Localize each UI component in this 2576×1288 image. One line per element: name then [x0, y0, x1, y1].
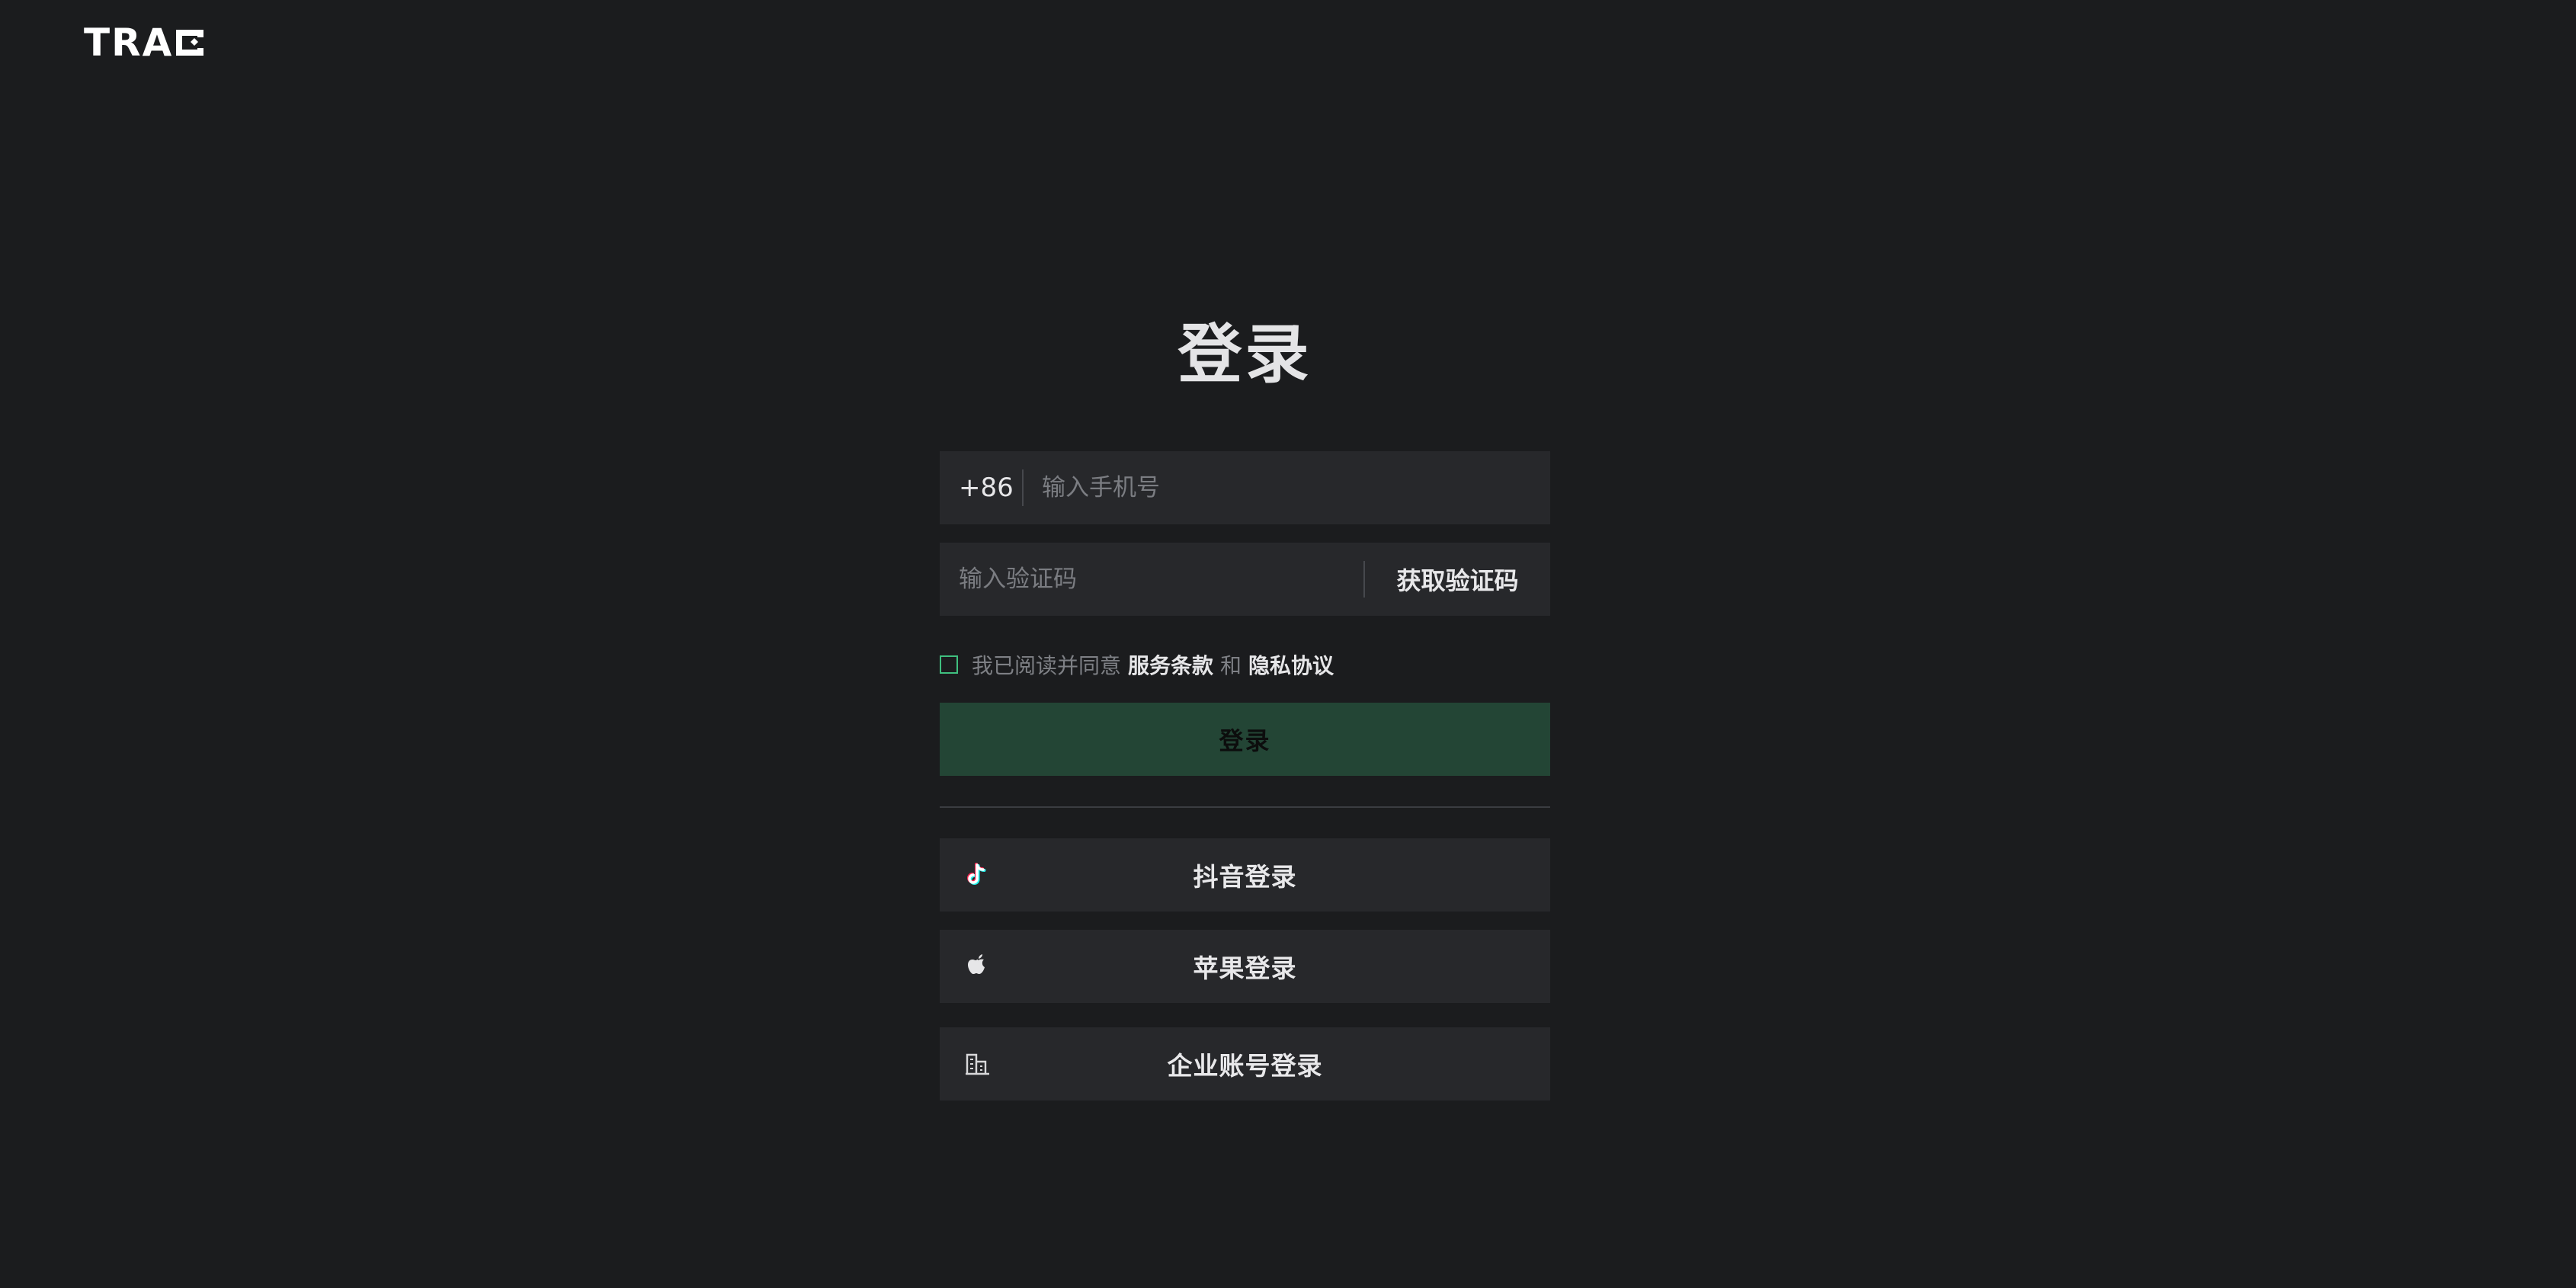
- apple-login-button[interactable]: 苹果登录: [940, 930, 1550, 1003]
- verification-code-input[interactable]: [940, 556, 1340, 602]
- building-icon: [964, 1050, 992, 1078]
- phone-input[interactable]: [1042, 465, 1550, 511]
- logo-text: TRA: [84, 21, 174, 65]
- page-title: 登录: [1177, 317, 1312, 392]
- agreement-conjunction: 和: [1220, 653, 1242, 678]
- terms-link[interactable]: 服务条款: [1128, 649, 1213, 680]
- phone-field: +86: [940, 451, 1550, 524]
- agreement-prefix: 我已阅读并同意: [972, 653, 1122, 678]
- country-code-selector[interactable]: +86: [940, 473, 1014, 503]
- privacy-link[interactable]: 隐私协议: [1248, 649, 1334, 680]
- login-button[interactable]: 登录: [940, 703, 1550, 776]
- agreement-row: 我已阅读并同意 服务条款 和 隐私协议: [940, 649, 1334, 680]
- douyin-login-button[interactable]: 抖音登录: [940, 838, 1550, 912]
- enterprise-login-button[interactable]: 企业账号登录: [940, 1027, 1550, 1101]
- enterprise-login-label: 企业账号登录: [1167, 1051, 1323, 1081]
- phone-field-divider: [1022, 469, 1024, 506]
- douyin-login-label: 抖音登录: [1193, 862, 1297, 892]
- apple-icon: [964, 953, 992, 980]
- agreement-checkbox[interactable]: [940, 655, 958, 674]
- get-code-button[interactable]: 获取验证码: [1365, 562, 1550, 597]
- apple-login-label: 苹果登录: [1193, 953, 1297, 983]
- trae-logo: TRA: [84, 21, 205, 65]
- logo-mark-icon: [175, 27, 205, 59]
- douyin-icon: [964, 861, 992, 889]
- divider: [940, 806, 1550, 808]
- code-field: 获取验证码: [940, 543, 1550, 616]
